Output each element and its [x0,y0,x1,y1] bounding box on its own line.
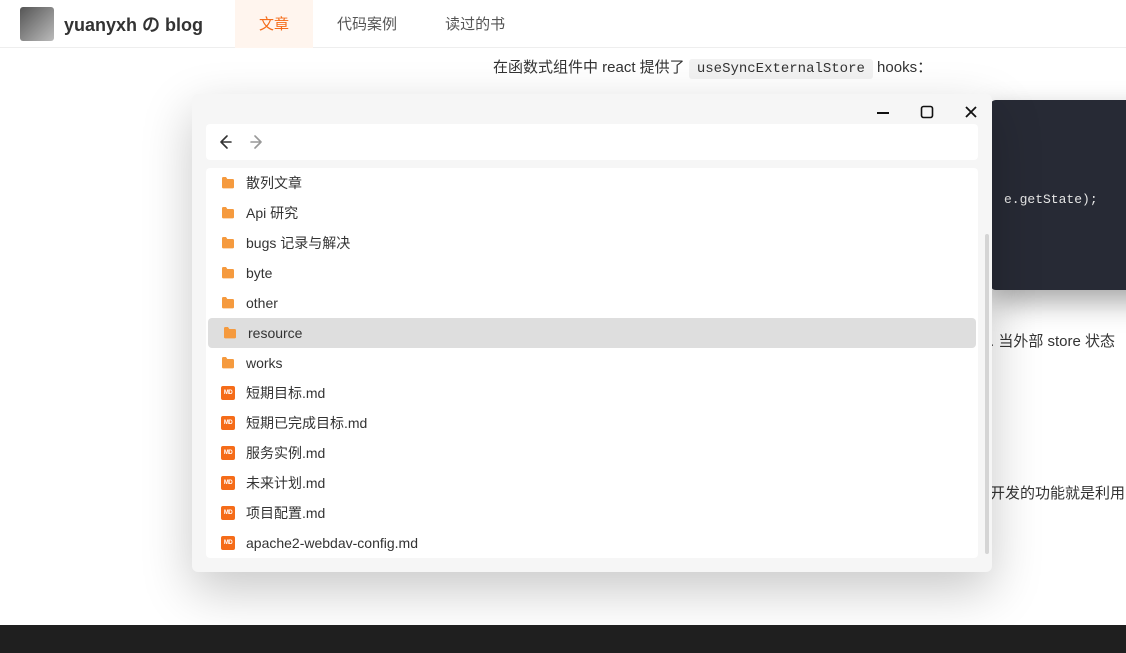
file-name-label: 未来计划.md [246,473,325,493]
folder-row[interactable]: works [206,348,978,378]
page-footer [0,625,1126,653]
scrollbar[interactable] [985,234,989,554]
markdown-file-icon [220,385,236,401]
navbar-brand[interactable]: yuanyxh の blog [0,7,215,41]
folder-icon [222,325,238,341]
file-name-label: 短期已完成目标.md [246,413,367,433]
minimize-button[interactable] [874,103,892,121]
folder-icon [220,205,236,221]
dialog-body: 散列文章 Api 研究 bugs 记录与解决 byte other resource wor… [192,124,992,572]
folder-icon [220,265,236,281]
paragraph-text: hooks： [873,59,932,76]
file-row[interactable]: 项目配置.md [206,498,978,528]
code-line: e.getState); [1004,192,1126,207]
file-name-label: works [246,355,283,371]
forward-button[interactable] [248,133,266,151]
folder-row[interactable]: resource [208,318,976,348]
navbar-tabs: 文章 代码案例 读过的书 [235,0,529,48]
article-content: 在函数式组件中 react 提供了 useSyncExternalStore h… [493,54,1126,82]
back-button[interactable] [216,133,234,151]
tab-code-examples[interactable]: 代码案例 [313,0,421,48]
close-button[interactable] [962,103,980,121]
paragraph-fragment: 开发的功能就是利用 [990,482,1126,503]
tab-articles[interactable]: 文章 [235,0,313,48]
avatar [20,7,54,41]
markdown-file-icon [220,445,236,461]
folder-icon [220,295,236,311]
file-name-label: byte [246,265,272,281]
file-name-label: 项目配置.md [246,503,325,523]
dialog-titlebar [192,94,992,124]
markdown-file-icon [220,415,236,431]
file-list: 散列文章 Api 研究 bugs 记录与解决 byte other resource wor… [206,168,978,558]
tab-books[interactable]: 读过的书 [421,0,529,48]
file-name-label: Api 研究 [246,203,298,223]
file-name-label: 短期目标.md [246,383,325,403]
code-block: e.getState); [990,100,1126,290]
folder-row[interactable]: other [206,288,978,318]
maximize-button[interactable] [918,103,936,121]
folder-row[interactable]: 散列文章 [206,168,978,198]
markdown-file-icon [220,535,236,551]
folder-row[interactable]: byte [206,258,978,288]
file-row[interactable]: 短期已完成目标.md [206,408,978,438]
folder-row[interactable]: bugs 记录与解决 [206,228,978,258]
path-nav-row [206,124,978,160]
markdown-file-icon [220,475,236,491]
paragraph-text: 在函数式组件中 react 提供了 [493,59,689,76]
file-name-label: other [246,295,278,311]
file-row[interactable]: 未来计划.md [206,468,978,498]
file-name-label: bugs 记录与解决 [246,233,350,253]
site-title: yuanyxh の blog [64,11,203,37]
file-name-label: 散列文章 [246,173,302,193]
folder-icon [220,235,236,251]
file-picker-dialog: 散列文章 Api 研究 bugs 记录与解决 byte other resource wor… [192,94,992,572]
file-name-label: 服务实例.md [246,443,325,463]
folder-icon [220,175,236,191]
file-row[interactable]: 短期目标.md [206,378,978,408]
file-name-label: resource [248,325,302,341]
markdown-file-icon [220,505,236,521]
file-row[interactable]: apache2-webdav-config.md [206,528,978,558]
folder-icon [220,355,236,371]
navbar: yuanyxh の blog 文章 代码案例 读过的书 [0,0,1126,48]
folder-row[interactable]: Api 研究 [206,198,978,228]
inline-code: useSyncExternalStore [689,59,873,79]
paragraph-fragment: . 当外部 store 状态 [990,330,1126,351]
file-row[interactable]: 服务实例.md [206,438,978,468]
file-name-label: apache2-webdav-config.md [246,535,418,551]
